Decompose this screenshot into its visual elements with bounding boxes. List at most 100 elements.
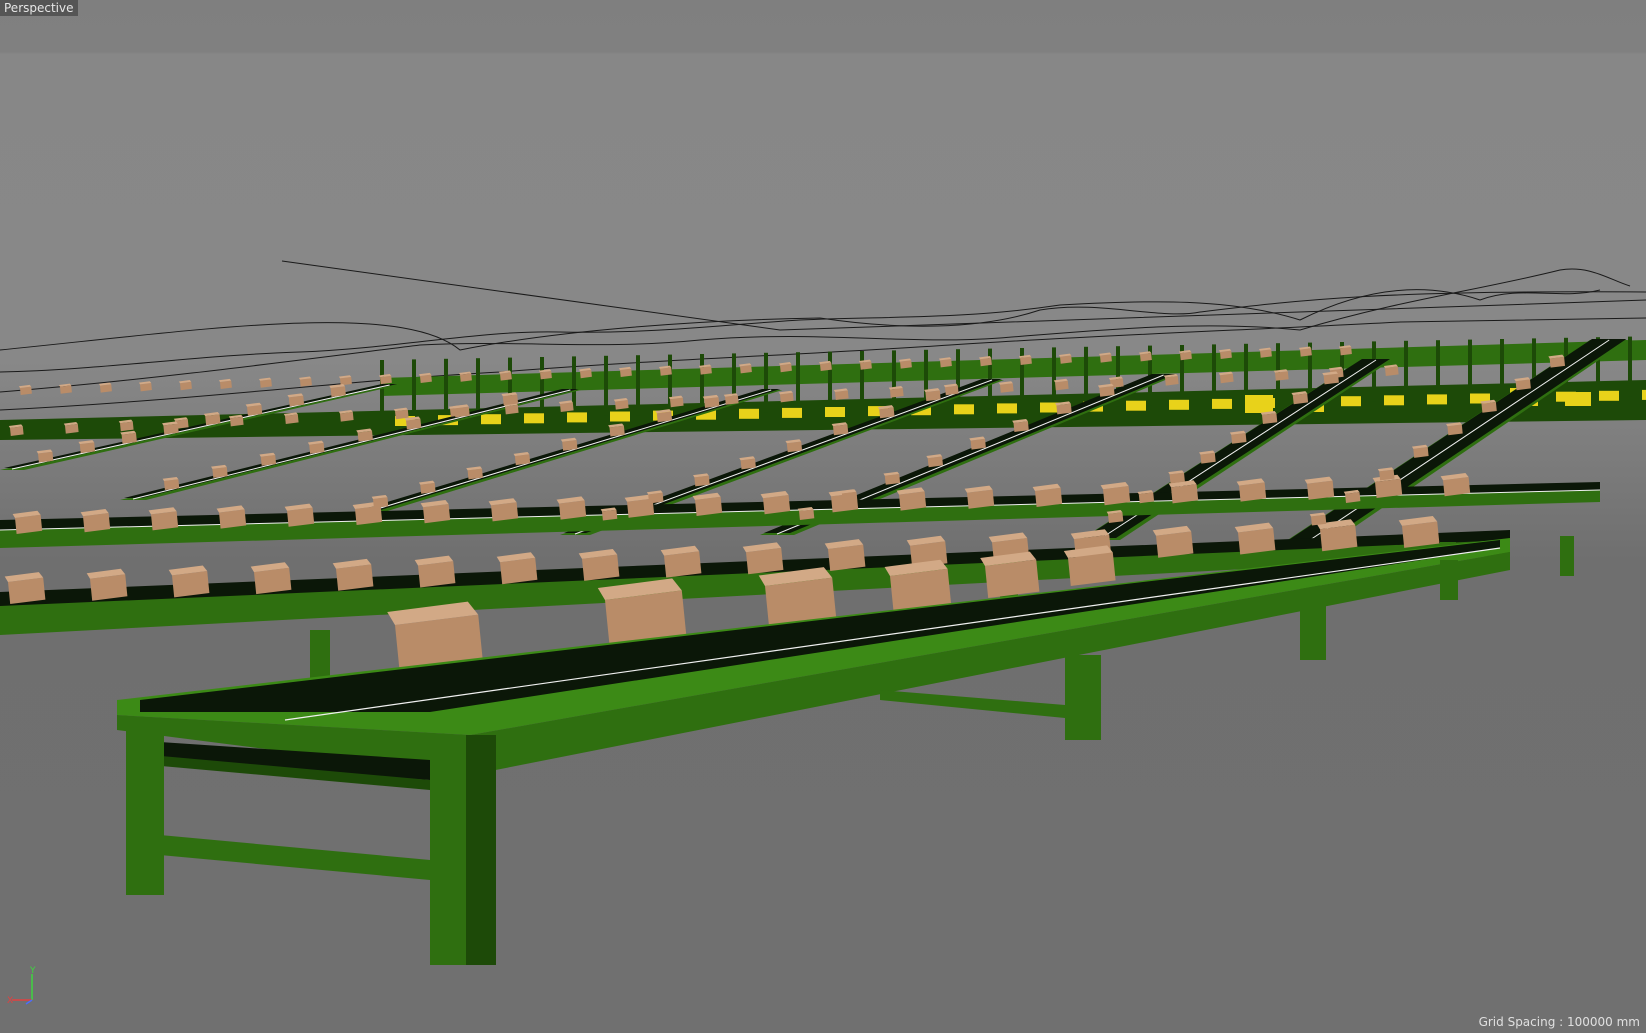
carton-box (36, 449, 54, 463)
motion-path-line (0, 291, 1646, 351)
box-face (1260, 349, 1272, 358)
box-face (694, 475, 710, 487)
box-face (970, 438, 986, 450)
carton-box (80, 509, 111, 533)
carton-box (496, 552, 538, 585)
box-face (860, 361, 872, 370)
sorter-item (1384, 395, 1404, 406)
carton-box (1377, 467, 1395, 481)
box-face (260, 455, 277, 466)
carton-box (63, 422, 79, 434)
box-face (406, 418, 422, 430)
carton-box (418, 480, 436, 494)
box-face (460, 373, 472, 382)
carton-box (1018, 354, 1032, 365)
carton-box (969, 436, 986, 450)
carton-box (558, 400, 574, 412)
carton-box (938, 357, 952, 368)
carton-box (498, 370, 512, 381)
box-face (380, 375, 392, 385)
carton-box (4, 572, 46, 604)
box-face (899, 491, 927, 511)
carton-box (329, 384, 346, 398)
carton-box (1163, 374, 1179, 386)
axis-gizmo-icon: Y X (7, 966, 36, 1006)
carton-box (162, 421, 179, 435)
box-face (1180, 351, 1192, 361)
conveyor-leg (1065, 655, 1101, 740)
box-face (1055, 380, 1069, 391)
box-face (560, 402, 574, 412)
box-face (1060, 355, 1072, 364)
sorter-item (997, 403, 1017, 414)
carton-box (513, 452, 531, 466)
box-face (1000, 383, 1014, 393)
far-frame-leg (892, 350, 896, 411)
carton-box (259, 452, 277, 466)
carton-box (258, 377, 272, 388)
conveyor-leg-shade (466, 735, 496, 965)
carton-box (1298, 346, 1312, 357)
carton-box (78, 440, 96, 454)
carton-box (877, 405, 895, 419)
carton-box (488, 498, 519, 522)
carton-box (1199, 450, 1216, 464)
carton-box (1234, 522, 1276, 555)
carton-box (162, 476, 180, 490)
carton-box (578, 368, 592, 379)
carton-box (1322, 371, 1339, 385)
box-face (1220, 373, 1234, 384)
carton-box (818, 360, 832, 371)
box-face (940, 359, 952, 368)
box-face (562, 440, 578, 451)
box-face (1220, 350, 1232, 359)
far-frame-leg (604, 355, 608, 416)
carton-box (1012, 418, 1029, 432)
box-face (285, 414, 299, 424)
box-face (60, 385, 72, 394)
conveyor-leg (1440, 560, 1458, 600)
box-face (287, 507, 315, 527)
carton-box (1309, 512, 1327, 526)
carton-box (284, 503, 315, 527)
box-face (1156, 531, 1194, 558)
box-face (120, 421, 134, 432)
3d-viewport[interactable]: Perspective Y X Grid Spacing : 100000 mm (0, 0, 1646, 1033)
sorter-item (1126, 400, 1146, 411)
box-face (220, 380, 232, 389)
carton-box (978, 356, 992, 367)
carton-box (980, 551, 1040, 598)
carton-box (578, 549, 620, 581)
carton-box (1480, 399, 1497, 413)
box-face (725, 395, 739, 405)
carton-box (1152, 525, 1194, 558)
box-face (980, 357, 992, 367)
box-face (491, 502, 519, 522)
conveyor-scene[interactable] (0, 0, 1646, 1033)
carton-box (778, 362, 792, 373)
sorter-item (954, 404, 974, 415)
view-label[interactable]: Perspective (0, 0, 78, 16)
far-frame-leg (828, 351, 832, 412)
front-crossbar (880, 690, 1065, 718)
box-face (780, 363, 792, 373)
box-face (700, 366, 712, 375)
carton-box (378, 374, 392, 385)
carton-box (1218, 371, 1234, 384)
far-frame-leg (764, 352, 768, 413)
box-face (420, 482, 436, 494)
sorter-item (739, 408, 759, 419)
carton-box (250, 562, 292, 595)
carton-box (742, 542, 784, 575)
carton-box (1032, 483, 1063, 507)
box-face (900, 360, 912, 369)
carton-box (608, 423, 625, 437)
box-face (300, 378, 312, 387)
box-face (695, 496, 723, 516)
carton-box (420, 500, 451, 524)
far-frame-leg (860, 351, 864, 411)
carton-box (1137, 490, 1155, 504)
carton-box (1548, 354, 1565, 368)
box-face (890, 388, 904, 398)
box-face (1056, 403, 1072, 415)
